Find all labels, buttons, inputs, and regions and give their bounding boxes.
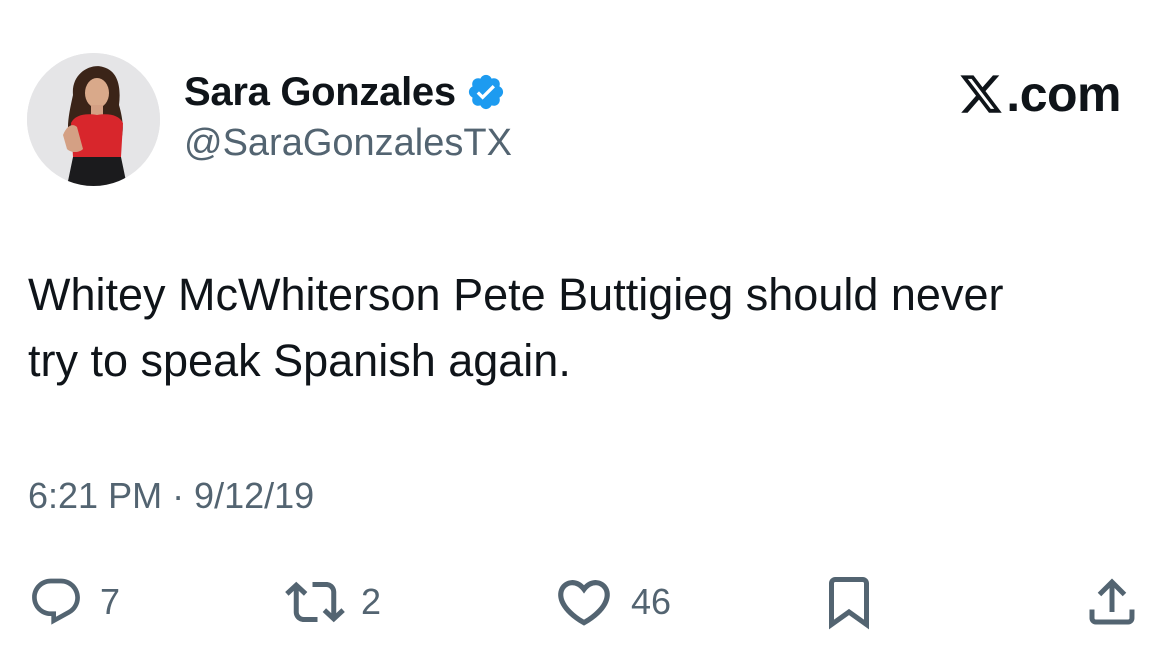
avatar-image	[27, 53, 160, 186]
tweet-text: Whitey McWhiterson Pete Buttigieg should…	[28, 262, 1148, 394]
tweet-text-line: Whitey McWhiterson Pete Buttigieg should…	[28, 269, 1004, 320]
brand-logo: .com	[958, 66, 1121, 122]
tweet-text-line: try to speak Spanish again.	[28, 335, 571, 386]
heart-icon	[558, 580, 610, 626]
reply-icon	[32, 578, 80, 625]
tweet-timestamp[interactable]: 6:21 PM · 9/12/19	[28, 475, 314, 517]
action-bar: 7 2 46	[0, 570, 1161, 634]
verified-badge-icon	[466, 72, 506, 112]
author-name-row: Sara Gonzales	[184, 66, 506, 118]
retweet-count: 2	[361, 581, 382, 622]
share-icon	[1089, 578, 1135, 625]
author-display-name[interactable]: Sara Gonzales	[184, 70, 456, 115]
retweet-button[interactable]: 2	[285, 570, 381, 634]
reply-button[interactable]: 7	[28, 570, 120, 634]
share-button[interactable]	[1082, 570, 1142, 634]
like-button[interactable]: 46	[553, 570, 671, 634]
avatar[interactable]	[27, 53, 160, 186]
bookmark-icon	[829, 577, 869, 630]
reply-count: 7	[100, 581, 121, 622]
brand-domain-text: .com	[1006, 66, 1121, 122]
bookmark-button[interactable]	[819, 570, 879, 634]
retweet-icon	[285, 581, 345, 623]
like-count: 46	[631, 581, 672, 622]
x-logo-icon	[958, 71, 1004, 117]
author-handle[interactable]: @SaraGonzalesTX	[184, 122, 512, 165]
tweet-card: Sara Gonzales @SaraGonzalesTX .com White…	[0, 0, 1161, 671]
